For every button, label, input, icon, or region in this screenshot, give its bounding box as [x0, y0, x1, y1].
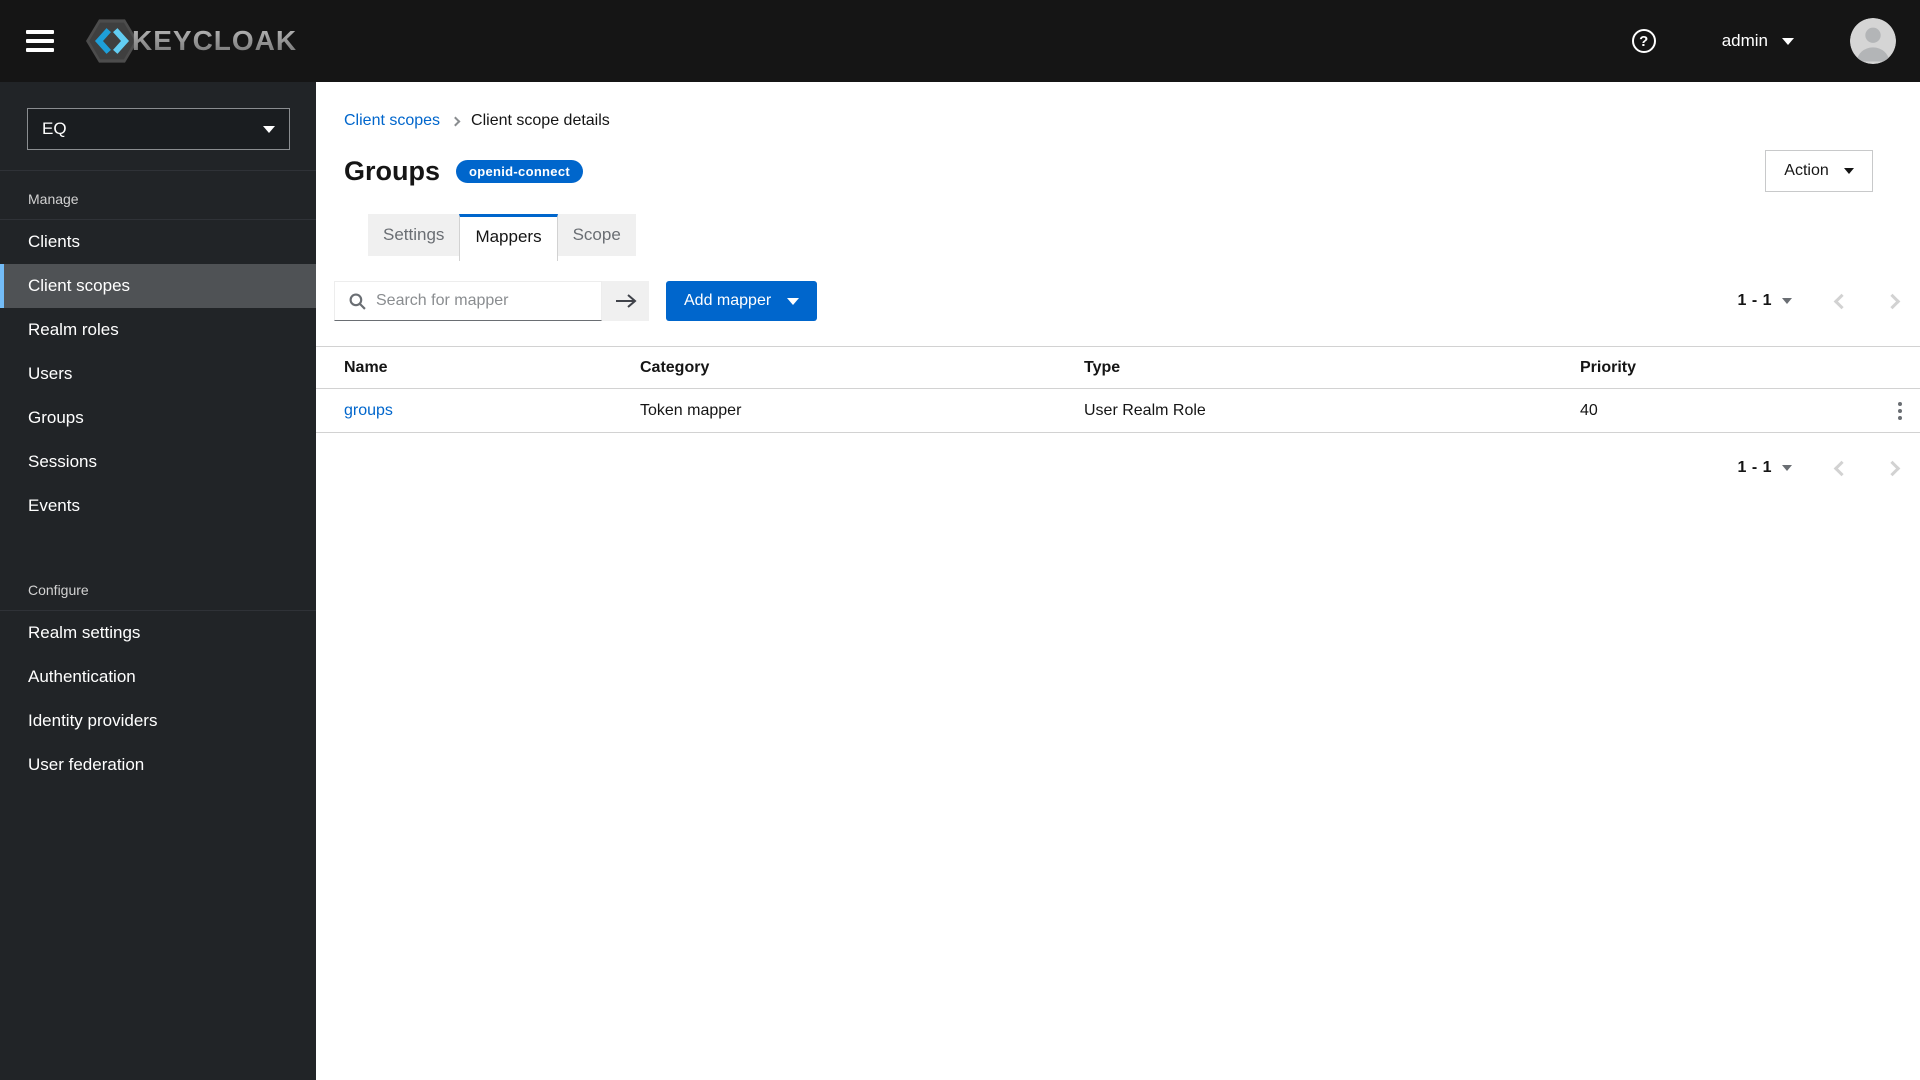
- realm-name: EQ: [42, 119, 67, 138]
- column-header-type: Type: [1084, 358, 1121, 376]
- pagination-prev-button[interactable]: [1833, 293, 1850, 309]
- table-header-row: Name Category Type Priority: [316, 346, 1920, 389]
- tab-settings[interactable]: Settings: [368, 214, 460, 256]
- chevron-left-icon: [1833, 460, 1850, 476]
- breadcrumb: Client scopes Client scope details: [316, 82, 1920, 130]
- pagination-range: 1 - 1: [1737, 292, 1772, 309]
- protocol-badge: openid-connect: [456, 159, 583, 183]
- mapper-category-cell: Token mapper: [640, 401, 742, 419]
- search-submit-button[interactable]: [602, 281, 649, 321]
- avatar[interactable]: [1850, 18, 1896, 64]
- help-icon[interactable]: ?: [1631, 29, 1656, 53]
- mapper-name-link[interactable]: groups: [344, 402, 393, 419]
- pagination-next-button[interactable]: [1884, 293, 1901, 309]
- mapper-priority-cell: 40: [1580, 401, 1598, 419]
- chevron-down-icon: [787, 297, 800, 305]
- action-dropdown-label: Action: [1784, 162, 1829, 179]
- brand-name: KEYCLOAK: [132, 25, 298, 56]
- sidebar-item-users[interactable]: Users: [0, 352, 316, 396]
- sidebar-item-events[interactable]: Events: [0, 484, 316, 528]
- kebab-menu-button[interactable]: [1894, 398, 1906, 424]
- sidebar-item-groups[interactable]: Groups: [0, 396, 316, 440]
- chevron-down-icon: [1782, 298, 1792, 304]
- user-menu-dropdown[interactable]: admin: [1722, 31, 1794, 51]
- pagination-range: 1 - 1: [1737, 459, 1772, 476]
- chevron-right-icon: [1884, 460, 1901, 476]
- main-content: Client scopes Client scope details Group…: [316, 82, 1920, 477]
- tab-scope[interactable]: Scope: [557, 214, 636, 256]
- mapper-type-cell: User Realm Role: [1084, 401, 1206, 419]
- pagination-prev-button[interactable]: [1833, 460, 1850, 476]
- pagination-bottom: 1 - 1: [316, 459, 1920, 477]
- hamburger-menu-icon[interactable]: [26, 30, 54, 52]
- keycloak-logo-icon: [86, 19, 138, 63]
- masthead: KEYCLOAK ? admin: [0, 0, 1920, 82]
- chevron-down-icon: [1843, 168, 1854, 174]
- chevron-down-icon: [1782, 465, 1792, 471]
- user-name: admin: [1721, 31, 1768, 50]
- add-mapper-button[interactable]: Add mapper: [666, 281, 818, 321]
- pagination-top: 1 - 1: [1737, 292, 1901, 310]
- keycloak-logo: KEYCLOAK: [86, 18, 297, 64]
- nav-section-title-manage: Manage: [0, 171, 316, 220]
- chevron-down-icon: [1782, 37, 1794, 45]
- sidebar-item-identity-providers[interactable]: Identity providers: [0, 699, 316, 743]
- add-mapper-label: Add mapper: [684, 292, 772, 309]
- sidebar-item-clients[interactable]: Clients: [0, 220, 316, 264]
- chevron-left-icon: [1833, 293, 1850, 309]
- sidebar-item-user-federation[interactable]: User federation: [0, 743, 316, 787]
- sidebar-item-authentication[interactable]: Authentication: [0, 655, 316, 699]
- table-row: groups Token mapper User Realm Role 40: [316, 389, 1920, 433]
- chevron-down-icon: [263, 125, 275, 133]
- realm-selector[interactable]: EQ: [27, 108, 290, 150]
- search-icon: [349, 293, 366, 310]
- pagination-next-button[interactable]: [1884, 460, 1901, 476]
- nav-section-configure: Configure Realm settings Authentication …: [0, 562, 316, 787]
- nav-section-title-configure: Configure: [0, 562, 316, 611]
- page-title: Groups: [344, 155, 441, 186]
- search-input[interactable]: [376, 292, 591, 310]
- breadcrumb-link-client-scopes[interactable]: Client scopes: [344, 112, 440, 130]
- breadcrumb-current: Client scope details: [471, 112, 610, 129]
- search-input-group: [334, 281, 602, 321]
- arrow-right-icon: [615, 294, 637, 308]
- mappers-table: Name Category Type Priority groups Token…: [316, 346, 1920, 433]
- sidebar-item-realm-settings[interactable]: Realm settings: [0, 611, 316, 655]
- nav-section-manage: Manage Clients Client scopes Realm roles…: [0, 171, 316, 528]
- breadcrumb-separator-icon: [450, 116, 461, 126]
- action-dropdown-button[interactable]: Action: [1765, 150, 1873, 192]
- pagination-range-dropdown[interactable]: 1 - 1: [1737, 292, 1792, 310]
- sidebar-item-client-scopes[interactable]: Client scopes: [0, 264, 316, 308]
- sidebar-item-sessions[interactable]: Sessions: [0, 440, 316, 484]
- sidebar: EQ Manage Clients Client scopes Realm ro…: [0, 82, 316, 1080]
- chevron-right-icon: [1884, 293, 1901, 309]
- column-header-name: Name: [344, 358, 388, 376]
- column-header-category: Category: [640, 358, 710, 376]
- tab-mappers[interactable]: Mappers: [459, 214, 558, 261]
- pagination-range-dropdown[interactable]: 1 - 1: [1737, 459, 1792, 477]
- column-header-priority: Priority: [1580, 358, 1637, 376]
- tabs: Settings Mappers Scope: [368, 214, 1920, 261]
- sidebar-item-realm-roles[interactable]: Realm roles: [0, 308, 316, 352]
- mappers-toolbar: Add mapper 1 - 1: [316, 281, 1920, 321]
